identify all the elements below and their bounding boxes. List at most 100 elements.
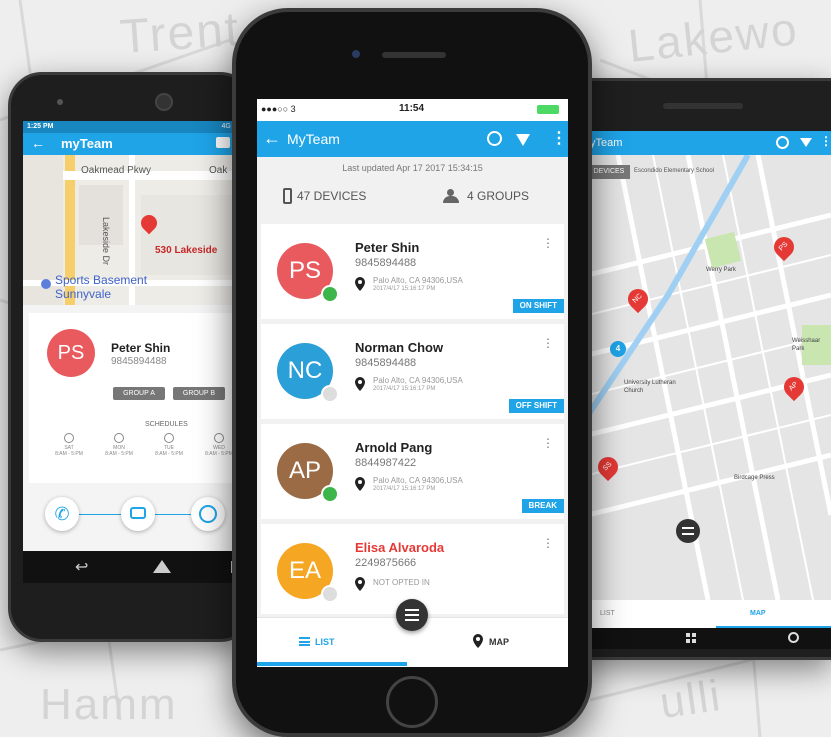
map-pin-icon [473,634,483,653]
location-pin-icon [355,577,365,591]
more-vertical-icon[interactable]: ⋮ [542,236,554,250]
android-nav-bar: ↩ [23,551,245,583]
map-school-label: Escondido Elementary School [634,168,715,174]
status-badge: OFF SHIFT [508,399,564,413]
menu-fab-icon[interactable] [676,519,700,543]
more-vertical-icon[interactable]: ⋮ [542,336,554,350]
home-button[interactable] [386,676,438,728]
bg-word-4: ulli [656,670,725,729]
member-card[interactable]: NC Norman Chow 9845894488 Palo Alto, CA … [261,324,564,419]
status-dot [321,485,339,503]
place-marker-icon [41,279,51,289]
member-location-text: NOT OPTED IN [373,578,430,587]
bg-word-1: Trent [118,2,242,65]
schedule-row: SAT 8:AM - 5:PM MON 8:AM - 5:PM TUE 8:AM - … [49,433,239,463]
windows-app-title: yTeam [590,137,623,149]
clock-icon [114,433,124,443]
ios-time: 11:54 [399,103,425,114]
windows-nav-bar [588,628,831,649]
iphone-camera [352,50,360,58]
member-name: Arnold Pang [355,440,433,455]
map-church-label: University Lutheran Church [624,380,676,394]
windows-map[interactable]: DEVICES Escondido Elementary School Werr… [588,155,831,600]
ios-status-bar: ●●●○○ 3 11:54 [257,99,568,121]
back-arrow-icon[interactable]: ← [263,128,281,149]
groups-count: 4 GROUPS [467,189,530,203]
schedules-label: SCHEDULES [145,421,188,428]
group-a-chip[interactable]: GROUP A [113,387,165,400]
ios-app-bar: ← MyTeam ⋮ [257,121,568,157]
android-screen: 1:25 PM 4G Vo ← myTeam Oakmead Pkwy Oak … [23,121,245,551]
tab-map[interactable]: MAP [417,618,567,667]
android-profile-card: PS Peter Shin 9845894488 GROUP A GROUP B… [23,305,245,551]
last-updated: Last updated Apr 17 2017 15:34:15 [342,163,483,173]
clock-icon [64,433,74,443]
filter-icon[interactable] [800,138,812,147]
group-b-chip[interactable]: GROUP B [173,387,225,400]
ios-carrier: ●●●○○ 3 [261,104,296,114]
schedule-hours: 8:AM - 5:PM [155,451,183,457]
windows-bottom-tabs: LIST MAP [588,600,831,628]
location-pin-icon [355,277,365,291]
search-icon[interactable] [776,136,789,149]
android-status-time: 1:25 PM [27,123,54,130]
member-name: Norman Chow [355,340,444,355]
group-people-icon [443,189,461,203]
member-name: Elisa Alvaroda [355,540,445,555]
map-street-oak: Oak [209,165,228,176]
windows-screen: yTeam ⋮ DEVICES Escondido Elementary Sch… [588,131,831,649]
clock-icon [164,433,174,443]
member-location-time: 2017/4/17 15:16:17 PM [373,486,436,492]
devices-count: 47 DEVICES [297,189,367,203]
tab-list-label: LIST [315,637,335,647]
schedule-button[interactable] [191,497,225,531]
cluster-marker[interactable]: 4 [610,341,626,357]
member-location: NOT OPTED IN [373,578,430,587]
more-vertical-icon[interactable]: ⋮ [542,436,554,450]
location-pin-icon [355,377,365,391]
tab-map[interactable]: MAP [750,610,766,617]
schedule-hours: 8:AM - 5:PM [105,451,133,457]
windows-start-icon[interactable] [686,633,696,643]
more-vertical-icon[interactable]: ⋮ [820,134,831,148]
member-card[interactable]: AP Arnold Pang 8844987422 Palo Alto, CA … [261,424,564,519]
iphone-screen: ●●●○○ 3 11:54 ← MyTeam ⋮ Last updated Ap… [257,99,568,667]
map-press-label: Birdcage Press [734,475,775,481]
member-location-time: 2017/4/17 15:16:17 PM [373,286,436,292]
map-pin-label: 530 Lakeside [155,245,218,256]
status-dot [321,385,339,403]
map-street-lakeside: Lakeside Dr [101,217,111,266]
clock-icon [199,505,217,523]
chat-icon[interactable] [216,137,230,148]
member-location: Palo Alto, CA 94306,USA 2017/4/17 15:16:1… [373,276,463,294]
filter-icon[interactable] [516,134,530,146]
search-icon[interactable] [487,131,502,146]
tab-list[interactable]: LIST [257,618,407,667]
more-vertical-icon[interactable]: ⋮ [551,128,567,148]
more-vertical-icon[interactable]: ⋮ [542,536,554,550]
status-badge: BREAK [521,499,564,513]
back-arrow-icon[interactable]: ← [31,135,45,151]
member-card[interactable]: PS Peter Shin 9845894488 Palo Alto, CA 9… [261,224,564,319]
nav-back-icon[interactable]: ↩ [75,557,88,577]
call-button[interactable]: ✆ [45,497,79,531]
message-button[interactable] [121,497,155,531]
ios-app-title: MyTeam [287,131,340,147]
windows-phone: yTeam ⋮ DEVICES Escondido Elementary Sch… [560,78,831,660]
location-pin-icon [355,477,365,491]
android-app-title: myTeam [61,136,113,151]
android-map[interactable]: Oakmead Pkwy Oak Lakeside Dr 530 Lakesid… [23,155,245,305]
member-location-text: Palo Alto, CA 94306,USA [373,476,463,485]
nav-home-icon[interactable] [153,560,171,573]
member-phone: 9845894488 [355,357,417,369]
windows-search-icon[interactable] [788,632,799,643]
clock-icon [214,433,224,443]
phone-device-icon [283,188,292,204]
member-phone: 8844987422 [355,457,417,469]
member-phone: 9845894488 [355,257,417,269]
status-dot [321,285,339,303]
member-location: Palo Alto, CA 94306,USA 2017/4/17 15:16:1… [373,476,463,494]
menu-fab-icon[interactable] [396,599,428,631]
tab-list[interactable]: LIST [600,610,615,617]
android-profile-phone: 9845894488 [111,356,167,367]
